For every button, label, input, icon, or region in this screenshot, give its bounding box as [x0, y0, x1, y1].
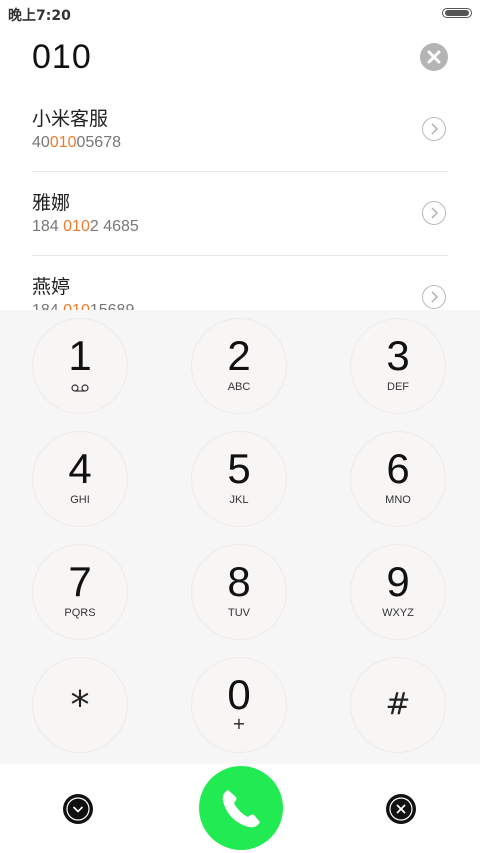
contact-number: 184 0102 4685 — [32, 218, 139, 235]
contact-name: 雅娜 — [32, 192, 71, 214]
contact-name: 小米客服 — [32, 108, 109, 130]
key-2[interactable]: 2 ABC — [191, 318, 287, 414]
delete-icon — [389, 797, 413, 821]
key-hash[interactable]: # — [350, 657, 446, 753]
contact-row[interactable]: 雅娜 184 0102 4685 — [0, 172, 480, 256]
contact-detail-button[interactable] — [422, 285, 446, 309]
contact-detail-button[interactable] — [422, 201, 446, 225]
chevron-right-icon — [431, 291, 439, 303]
contact-number: 4001005678 — [32, 134, 121, 151]
key-6[interactable]: 6 MNO — [350, 431, 446, 527]
contact-name: 燕婷 — [32, 276, 71, 298]
key-9[interactable]: 9 WXYZ — [350, 544, 446, 640]
contact-match-list: 小米客服 4001005678 雅娜 184 0102 4685 燕婷 184 … — [0, 88, 480, 340]
chevron-down-icon — [66, 797, 90, 821]
phone-icon — [222, 790, 260, 828]
chevron-right-icon — [431, 123, 439, 135]
key-star[interactable]: * — [32, 657, 128, 753]
voicemail-icon — [33, 381, 127, 396]
key-5[interactable]: 5 JKL — [191, 431, 287, 527]
key-1[interactable]: 1 — [32, 318, 128, 414]
dial-pad: 1 2 ABC 3 DEF 4 GHI 5 JKL 6 MNO 7 PQRS 8… — [0, 310, 480, 764]
key-0[interactable]: 0 + — [191, 657, 287, 753]
key-7[interactable]: 7 PQRS — [32, 544, 128, 640]
collapse-keypad-button[interactable] — [63, 794, 93, 824]
dialed-number: 010 — [32, 38, 92, 76]
delete-digit-button[interactable] — [386, 794, 416, 824]
chevron-right-icon — [431, 207, 439, 219]
battery-icon — [442, 8, 472, 18]
contact-row[interactable]: 小米客服 4001005678 — [0, 88, 480, 172]
clear-circle-icon — [427, 50, 441, 64]
status-bar: 晚上7:20 — [0, 0, 480, 28]
key-8[interactable]: 8 TUV — [191, 544, 287, 640]
clear-number-button[interactable] — [420, 43, 448, 71]
bottom-bar — [0, 764, 480, 853]
call-button[interactable] — [199, 766, 283, 850]
key-4[interactable]: 4 GHI — [32, 431, 128, 527]
key-3[interactable]: 3 DEF — [350, 318, 446, 414]
status-time: 晚上7:20 — [8, 8, 71, 24]
contact-detail-button[interactable] — [422, 117, 446, 141]
